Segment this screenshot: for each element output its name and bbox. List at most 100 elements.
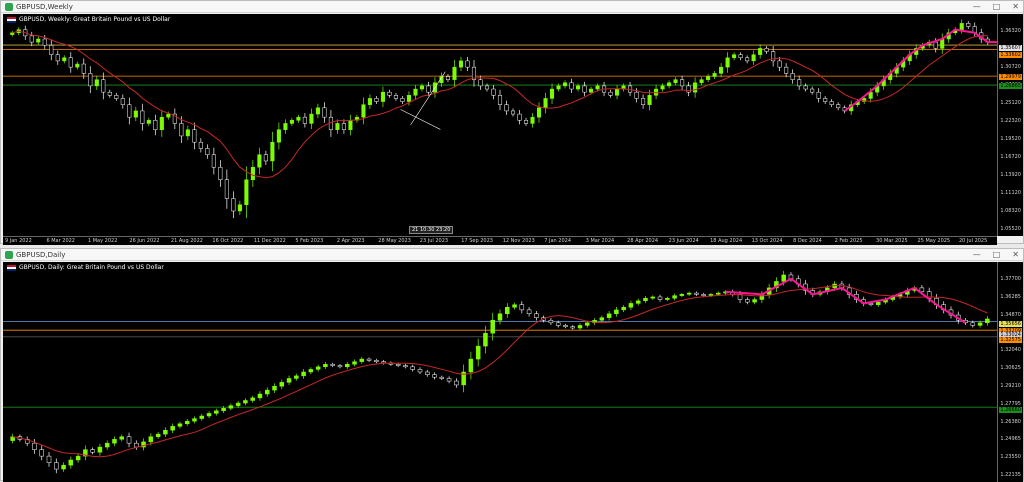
candle-body bbox=[504, 104, 509, 112]
candle-body bbox=[228, 405, 234, 409]
candle-body bbox=[445, 76, 451, 80]
candle-body bbox=[752, 299, 757, 303]
time-tick-label: 20 Jul 2025 bbox=[959, 238, 988, 244]
app-icon bbox=[5, 3, 13, 11]
candle-body bbox=[10, 32, 15, 35]
candle-body bbox=[643, 297, 648, 302]
weekly-titlebar: GBPUSD,Weekly — □ ✕ bbox=[1, 1, 1023, 13]
candle-body bbox=[577, 325, 583, 329]
daily-symbol-label: GBPUSD, Daily: Great Britain Pound vs US… bbox=[7, 264, 164, 271]
price-tick-label: 1.16720 bbox=[1000, 154, 1021, 160]
candle-body bbox=[615, 88, 620, 96]
candle-body bbox=[715, 292, 721, 295]
candle-body bbox=[49, 45, 54, 55]
candle-body bbox=[777, 60, 782, 68]
candle-body bbox=[468, 358, 474, 373]
price-level-tag: 1.32575 bbox=[999, 336, 1022, 343]
candle-body bbox=[120, 98, 125, 105]
weekly-candles bbox=[3, 19, 997, 219]
minimize-icon[interactable]: — bbox=[973, 249, 981, 261]
candle-body bbox=[816, 91, 821, 99]
candle-body bbox=[439, 376, 445, 379]
candle-body bbox=[635, 300, 641, 304]
maximize-icon[interactable]: □ bbox=[993, 249, 1001, 261]
candle-body bbox=[970, 322, 976, 326]
close-icon[interactable]: ✕ bbox=[1012, 249, 1019, 261]
candle-body bbox=[570, 326, 575, 329]
candle-body bbox=[184, 420, 190, 425]
candle-body bbox=[114, 95, 119, 99]
price-tick-label: 1.05520 bbox=[1000, 226, 1021, 232]
price-level-tag: 1.33602 bbox=[999, 51, 1022, 58]
weekly-chart-canvas[interactable]: GBPUSD, Weekly: Great Britain Pound vs U… bbox=[3, 14, 997, 236]
price-tick-label: 1.30625 bbox=[1000, 365, 1021, 372]
time-tick-label: 3 Mar 2024 bbox=[585, 238, 615, 244]
candle-body bbox=[781, 274, 786, 282]
maximize-icon[interactable]: □ bbox=[993, 1, 1001, 13]
candle-body bbox=[686, 292, 692, 295]
candle-body bbox=[614, 309, 619, 315]
candle-body bbox=[344, 363, 350, 368]
trend-line bbox=[400, 109, 441, 130]
price-tick-label: 1.26380 bbox=[1000, 418, 1021, 425]
candle-body bbox=[264, 389, 270, 395]
candle-body bbox=[185, 129, 190, 137]
time-tick-label: 18 Aug 2024 bbox=[710, 238, 743, 244]
candle-body bbox=[536, 107, 542, 118]
candle-body bbox=[134, 442, 139, 448]
candle-body bbox=[244, 179, 249, 205]
candle-body bbox=[797, 79, 802, 87]
weekly-symbol-text: GBPUSD, Weekly: Great Britain Pound vs U… bbox=[19, 16, 171, 23]
candle-body bbox=[526, 309, 532, 315]
candle-body bbox=[628, 303, 634, 308]
candle-body bbox=[484, 85, 490, 90]
candle-body bbox=[315, 366, 321, 370]
weekly-price-axis[interactable]: 1.363201.337001.307201.272901.251201.223… bbox=[997, 14, 1023, 236]
daily-price-axis[interactable]: 1.377001.362851.348701.334551.320401.306… bbox=[997, 262, 1023, 482]
time-tick-label: 17 Sep 2023 bbox=[461, 238, 493, 244]
candle-body bbox=[650, 296, 656, 299]
candle-body bbox=[94, 79, 99, 87]
candle-body bbox=[725, 57, 730, 68]
candle-body bbox=[966, 23, 971, 27]
time-tick-label: 16 Oct 2022 bbox=[212, 238, 244, 244]
candle-body bbox=[179, 123, 184, 137]
time-tick-label: 7 Jan 2024 bbox=[544, 238, 571, 244]
candle-body bbox=[563, 325, 568, 327]
pattern-zigzag bbox=[844, 28, 997, 112]
candle-body bbox=[214, 410, 219, 414]
weekly-window-title: GBPUSD,Weekly bbox=[16, 3, 73, 11]
candle-body bbox=[589, 88, 594, 93]
daily-chart-canvas[interactable]: GBPUSD, Daily: Great Britain Pound vs US… bbox=[3, 262, 997, 482]
candle-body bbox=[410, 366, 415, 370]
daily-chart-window: GBPUSD,Daily — □ ✕ GBPUSD, Daily: Great … bbox=[0, 248, 1024, 482]
close-icon[interactable]: ✕ bbox=[1012, 1, 1019, 13]
daily-symbol-text: GBPUSD, Daily: Great Britain Pound vs US… bbox=[19, 264, 164, 271]
candle-body bbox=[694, 292, 699, 295]
candle-body bbox=[367, 98, 372, 105]
candle-body bbox=[127, 104, 132, 118]
minimize-icon[interactable]: — bbox=[973, 1, 981, 13]
candle-body bbox=[483, 332, 488, 347]
candle-body bbox=[985, 318, 990, 324]
app-icon bbox=[5, 251, 13, 259]
candle-body bbox=[977, 322, 983, 326]
weekly-window-controls: — □ ✕ bbox=[973, 1, 1019, 13]
candle-body bbox=[706, 76, 711, 80]
candle-body bbox=[738, 54, 743, 59]
price-tick-label: 1.30720 bbox=[1000, 64, 1021, 70]
price-tick-label: 1.29210 bbox=[1000, 382, 1021, 389]
candle-body bbox=[75, 455, 81, 461]
candle-body bbox=[719, 66, 724, 74]
candle-body bbox=[68, 57, 73, 68]
candle-body bbox=[510, 110, 516, 115]
candle-body bbox=[148, 436, 154, 443]
weekly-time-axis[interactable]: 9 Jan 2022 6 Mar 2022 1 May 2022 26 Jun 202… bbox=[3, 236, 997, 245]
time-tick-label: 23 Jun 2024 bbox=[668, 238, 699, 244]
weekly-chart-window: GBPUSD,Weekly — □ ✕ GBPUSD, Weekly: Grea… bbox=[0, 0, 1024, 245]
candle-body bbox=[654, 88, 659, 96]
candle-body bbox=[595, 85, 600, 90]
candle-body bbox=[672, 295, 677, 299]
candle-body bbox=[133, 110, 138, 118]
candle-body bbox=[119, 436, 124, 440]
